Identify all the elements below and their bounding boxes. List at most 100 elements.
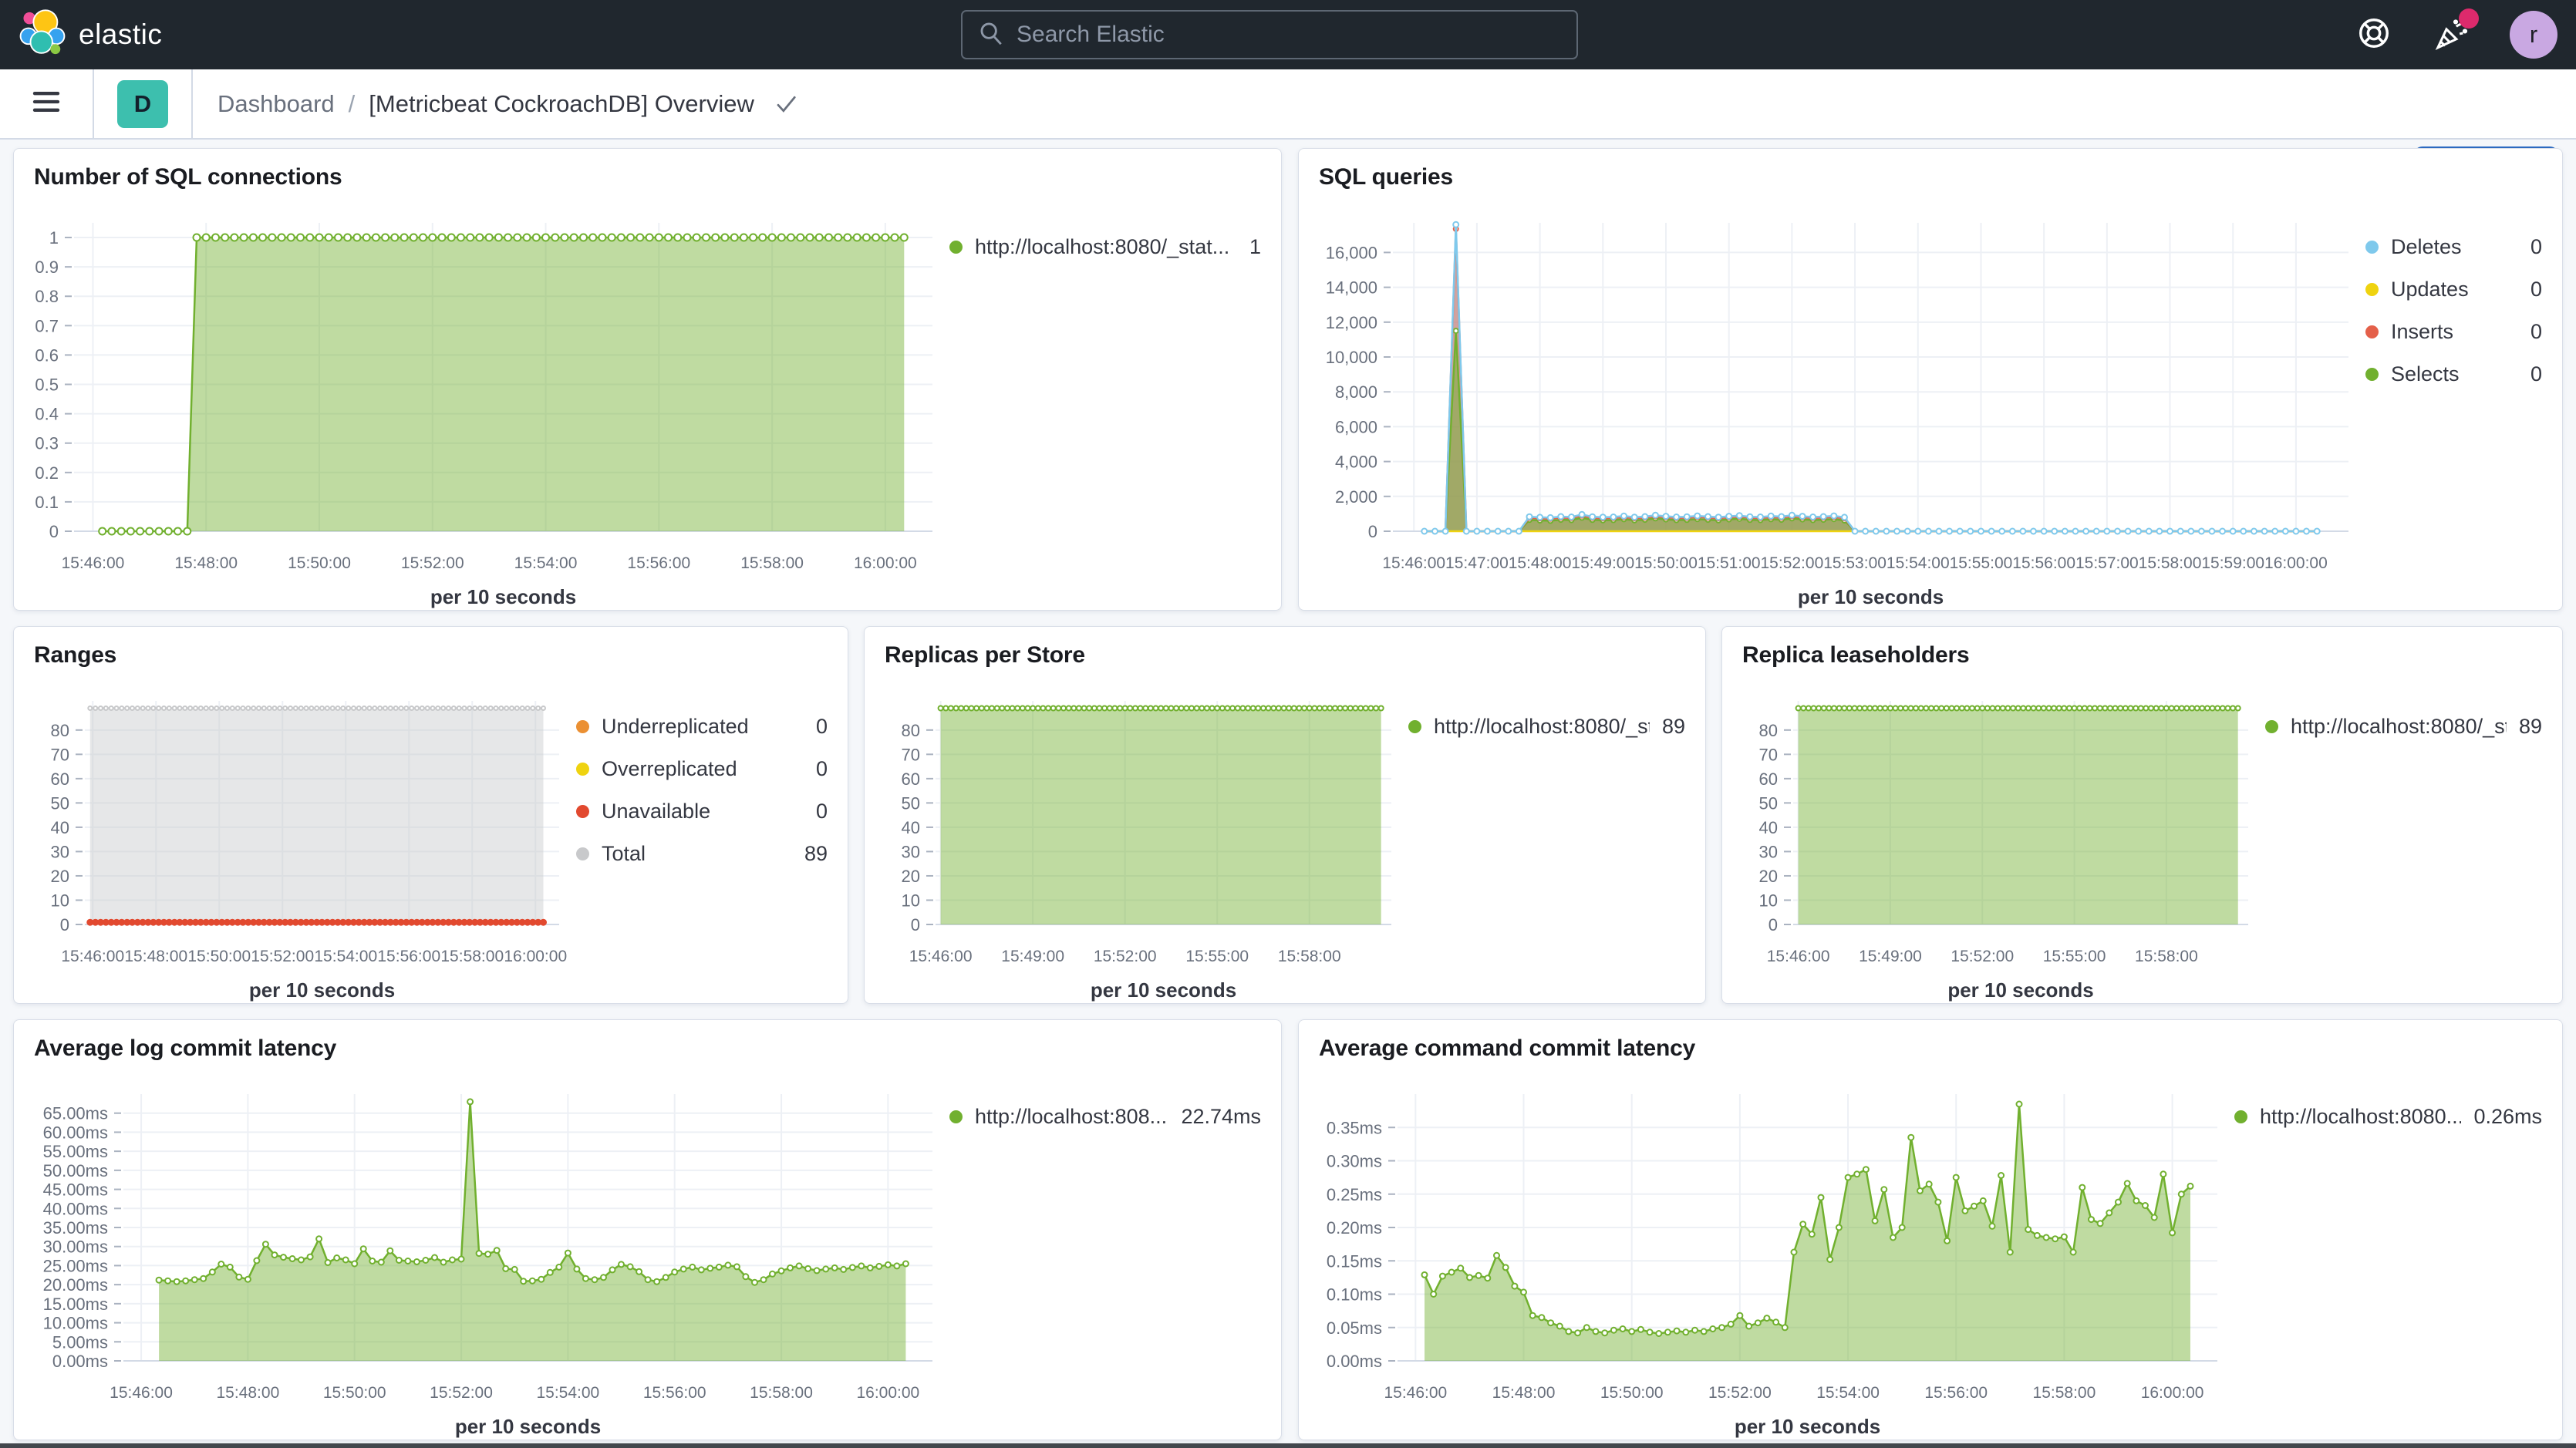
- legend-item[interactable]: Underreplicated0: [576, 715, 828, 739]
- svg-text:15:56:00: 15:56:00: [2012, 554, 2075, 572]
- svg-text:15:46:00: 15:46:00: [62, 554, 125, 572]
- legend-series-dot-icon: [2365, 325, 2379, 338]
- svg-text:60: 60: [902, 769, 920, 789]
- panel-title: Average command commit latency: [1299, 1020, 2562, 1074]
- legend-item[interactable]: http://localhost:8080...0.26ms: [2234, 1105, 2542, 1129]
- svg-text:4,000: 4,000: [1335, 453, 1377, 472]
- legend-series-label: Selects: [2391, 362, 2460, 386]
- svg-text:15:46:00: 15:46:00: [1382, 554, 1445, 572]
- svg-text:15:56:00: 15:56:00: [627, 554, 690, 572]
- legend-series-label: Overreplicated: [602, 757, 737, 781]
- legend-series-value: 0.26ms: [2473, 1105, 2542, 1129]
- svg-text:15:47:00: 15:47:00: [1445, 554, 1509, 572]
- chart-canvas-sql-connections[interactable]: 10.90.80.70.60.50.40.30.20.1015:46:0015:…: [14, 203, 949, 610]
- svg-text:15:58:00: 15:58:00: [2135, 948, 2198, 965]
- svg-text:per 10 seconds: per 10 seconds: [455, 1415, 601, 1438]
- whats-new-button[interactable]: [2433, 16, 2470, 53]
- svg-text:0.35ms: 0.35ms: [1327, 1118, 1382, 1137]
- svg-text:15:55:00: 15:55:00: [1185, 948, 1249, 965]
- svg-text:15:52:00: 15:52:00: [430, 1384, 493, 1402]
- chart-canvas-avg-command-commit-latency[interactable]: 0.35ms0.30ms0.25ms0.20ms0.15ms0.10ms0.05…: [1299, 1074, 2234, 1440]
- user-avatar[interactable]: r: [2510, 11, 2557, 59]
- chart-canvas-replicas-per-store[interactable]: 8070605040302010015:46:0015:49:0015:52:0…: [865, 681, 1408, 1003]
- svg-text:50: 50: [902, 793, 920, 813]
- legend-item[interactable]: http://localhost:808...22.74ms: [949, 1105, 1261, 1129]
- legend-item[interactable]: http://localhost:8080/_stat...1: [949, 235, 1261, 259]
- legend-series-label: Unavailable: [602, 800, 710, 823]
- legend-series-value: 0: [2530, 278, 2542, 301]
- svg-text:30: 30: [51, 842, 69, 861]
- legend-replica-leaseholders: http://localhost:8080/_sta...89: [2265, 681, 2562, 1003]
- svg-text:15:49:00: 15:49:00: [1001, 948, 1064, 965]
- svg-text:45.00ms: 45.00ms: [43, 1180, 108, 1200]
- svg-text:0.00ms: 0.00ms: [52, 1352, 108, 1371]
- legend-item[interactable]: http://localhost:8080/_sta...89: [1408, 715, 1685, 739]
- legend-item[interactable]: Unavailable 0: [576, 800, 828, 823]
- svg-text:15:53:00: 15:53:00: [1823, 554, 1886, 572]
- svg-text:80: 80: [1759, 721, 1778, 740]
- svg-text:0.30ms: 0.30ms: [1327, 1152, 1382, 1171]
- svg-text:per 10 seconds: per 10 seconds: [1947, 978, 2093, 1002]
- svg-text:15:50:00: 15:50:00: [1634, 554, 1698, 572]
- svg-text:50: 50: [1759, 793, 1778, 813]
- legend-item[interactable]: Total89: [576, 842, 828, 866]
- menu-button[interactable]: [0, 69, 94, 138]
- panel-title: Ranges: [14, 627, 848, 681]
- svg-text:40: 40: [51, 818, 69, 837]
- legend-item[interactable]: Overreplicated0: [576, 757, 828, 781]
- legend-avg-log-commit-latency: http://localhost:808...22.74ms: [949, 1074, 1281, 1440]
- svg-text:20: 20: [1759, 867, 1778, 886]
- chart-canvas-sql-queries[interactable]: 16,00014,00012,00010,0008,0006,0004,0002…: [1299, 203, 2365, 610]
- svg-text:0.8: 0.8: [35, 287, 59, 306]
- elastic-logo-home-link[interactable]: elastic: [0, 9, 324, 61]
- svg-text:0.2: 0.2: [35, 463, 59, 483]
- panel-replica-leaseholders: Replica leaseholders 8070605040302010015…: [1721, 626, 2563, 1004]
- legend-series-dot-icon: [576, 720, 589, 733]
- global-search[interactable]: [961, 10, 1578, 59]
- legend-series-dot-icon: [949, 241, 963, 254]
- breadcrumb-dashboard-link[interactable]: Dashboard: [217, 90, 335, 118]
- svg-text:0.7: 0.7: [35, 316, 59, 335]
- svg-text:15:48:00: 15:48:00: [124, 948, 187, 965]
- svg-text:20: 20: [902, 867, 920, 886]
- legend-replicas-per-store: http://localhost:8080/_sta...89: [1408, 681, 1705, 1003]
- legend-item[interactable]: Deletes0: [2365, 235, 2542, 259]
- svg-text:15:46:00: 15:46:00: [909, 948, 973, 965]
- legend-series-dot-icon: [576, 763, 589, 776]
- legend-series-value: 89: [804, 842, 828, 866]
- screen-bottom-edge: [0, 1443, 2576, 1448]
- chart-canvas-avg-log-commit-latency[interactable]: 65.00ms60.00ms55.00ms50.00ms45.00ms40.00…: [14, 1074, 949, 1440]
- svg-text:per 10 seconds: per 10 seconds: [1735, 1415, 1880, 1438]
- legend-item[interactable]: Inserts0: [2365, 320, 2542, 344]
- chart-canvas-ranges[interactable]: 8070605040302010015:46:0015:48:0015:50:0…: [14, 681, 576, 1003]
- panel-number-of-sql-connections: Number of SQL connections 10.90.80.70.60…: [13, 148, 1282, 611]
- legend-sql-queries: Deletes0Updates0Inserts0Selects0: [2365, 203, 2562, 610]
- svg-text:15:48:00: 15:48:00: [217, 1384, 280, 1402]
- svg-text:60.00ms: 60.00ms: [43, 1123, 108, 1142]
- svg-text:70: 70: [902, 745, 920, 764]
- dashboard-app-badge[interactable]: D: [117, 80, 168, 128]
- legend-item[interactable]: Selects0: [2365, 362, 2542, 386]
- legend-series-value: 0: [816, 800, 828, 823]
- svg-text:65.00ms: 65.00ms: [43, 1104, 108, 1123]
- svg-text:15:59:00: 15:59:00: [2201, 554, 2264, 572]
- svg-text:15:54:00: 15:54:00: [1816, 1384, 1880, 1402]
- svg-text:15:49:00: 15:49:00: [1571, 554, 1634, 572]
- svg-text:10: 10: [902, 891, 920, 910]
- search-input[interactable]: [1017, 22, 1561, 48]
- legend-item[interactable]: http://localhost:8080/_sta...89: [2265, 715, 2542, 739]
- svg-text:15:54:00: 15:54:00: [536, 1384, 599, 1402]
- svg-text:15:52:00: 15:52:00: [1708, 1384, 1772, 1402]
- svg-text:70: 70: [1759, 745, 1778, 764]
- svg-text:0: 0: [911, 915, 920, 934]
- svg-text:0.25ms: 0.25ms: [1327, 1185, 1382, 1204]
- chart-canvas-replica-leaseholders[interactable]: 8070605040302010015:46:0015:49:0015:52:0…: [1722, 681, 2265, 1003]
- legend-series-dot-icon: [2234, 1110, 2247, 1123]
- legend-item[interactable]: Updates0: [2365, 278, 2542, 301]
- svg-text:16,000: 16,000: [1326, 243, 1377, 262]
- legend-series-dot-icon: [576, 847, 589, 860]
- svg-text:15:58:00: 15:58:00: [750, 1384, 813, 1402]
- title-check-icon[interactable]: [774, 93, 797, 116]
- hamburger-icon: [31, 89, 62, 119]
- help-button[interactable]: [2355, 16, 2392, 53]
